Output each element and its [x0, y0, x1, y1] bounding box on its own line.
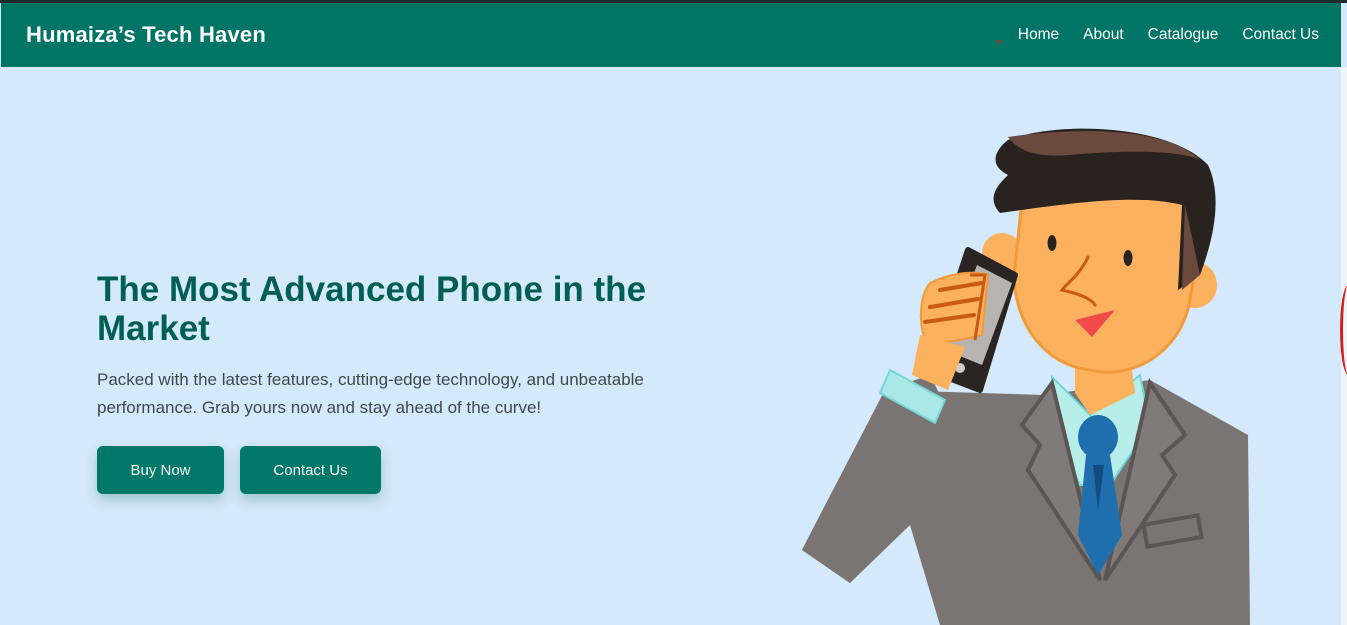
hero-section: The Most Advanced Phone in the Market Pa… [97, 270, 697, 494]
buy-now-button[interactable]: Buy Now [97, 446, 224, 494]
brand-logo-text[interactable]: Humaiza’s Tech Haven [26, 22, 266, 48]
nav-link-contact[interactable]: Contact Us [1242, 26, 1319, 44]
contact-us-button[interactable]: Contact Us [240, 446, 381, 494]
nav-link-catalogue[interactable]: Catalogue [1148, 26, 1219, 44]
nav-link-about[interactable]: About [1083, 26, 1124, 44]
navbar: Humaiza’s Tech Haven Home About Catalogu… [1, 3, 1341, 67]
nav-links: Home About Catalogue Contact Us [1018, 26, 1319, 44]
hero-subtitle: Packed with the latest features, cutting… [97, 370, 644, 417]
hero-title: The Most Advanced Phone in the Market [97, 270, 647, 348]
hero-button-row: Buy Now Contact Us [97, 446, 697, 494]
nav-link-home[interactable]: Home [1018, 26, 1059, 44]
cursor-mark [997, 40, 1001, 43]
businessman-on-phone-illustration [802, 128, 1250, 625]
